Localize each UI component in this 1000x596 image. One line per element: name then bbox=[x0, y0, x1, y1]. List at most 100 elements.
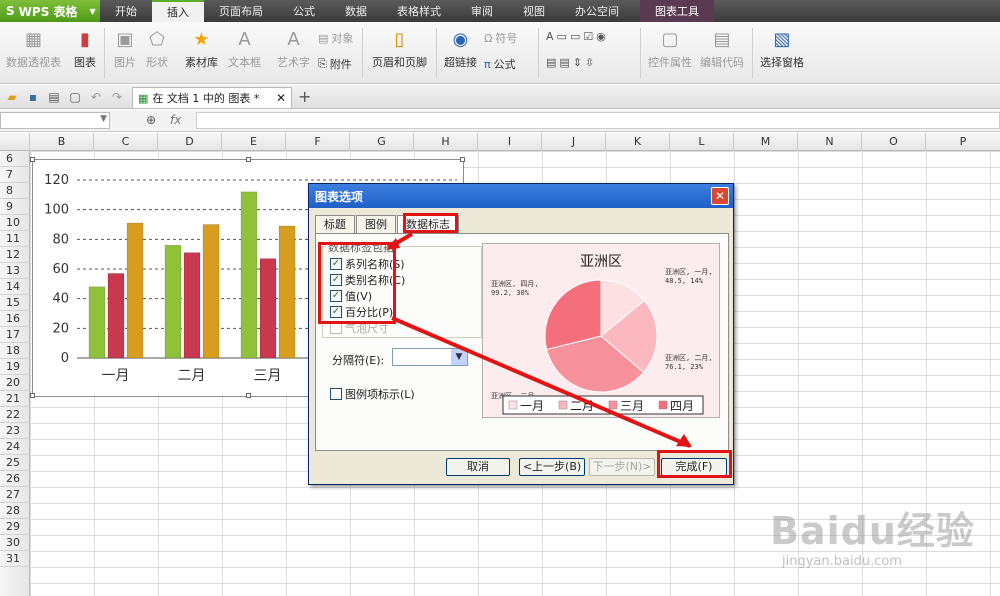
object-button[interactable]: ▤ 对象 bbox=[318, 30, 353, 46]
hyperlink-button[interactable]: ◉ 超链接 bbox=[444, 28, 477, 70]
menu-data[interactable]: 数据 bbox=[330, 0, 382, 22]
column-header[interactable]: E bbox=[222, 133, 286, 151]
back-button[interactable]: <上一步(B) bbox=[519, 458, 585, 476]
textbox-button[interactable]: A 文本框 bbox=[228, 28, 261, 70]
button-control-icon[interactable]: ▭ bbox=[570, 30, 580, 43]
label-control-icon[interactable]: A bbox=[546, 30, 554, 43]
next-button[interactable]: 下一步(N)> bbox=[589, 458, 655, 476]
row-header[interactable]: 7 bbox=[0, 167, 30, 183]
legend-key-checkbox[interactable]: 图例项标示(L) bbox=[330, 386, 415, 402]
print-icon[interactable]: ▤ bbox=[45, 88, 63, 106]
column-header[interactable]: N bbox=[798, 133, 862, 151]
column-header[interactable]: O bbox=[862, 133, 926, 151]
menu-formula[interactable]: 公式 bbox=[278, 0, 330, 22]
row-header[interactable]: 26 bbox=[0, 471, 30, 487]
row-header[interactable]: 24 bbox=[0, 439, 30, 455]
row-header[interactable]: 13 bbox=[0, 263, 30, 279]
material-library-button[interactable]: ★ 素材库 bbox=[185, 28, 218, 70]
frame-control-icon[interactable]: ▭ bbox=[557, 30, 567, 43]
menu-chart-tools[interactable]: 图表工具 bbox=[640, 0, 714, 22]
select-all-corner[interactable] bbox=[0, 133, 30, 151]
wordart-button[interactable]: A 艺术字 bbox=[277, 28, 310, 70]
attachment-button[interactable]: ⎘ 附件 bbox=[318, 56, 352, 72]
menu-table-style[interactable]: 表格样式 bbox=[382, 0, 456, 22]
row-header[interactable]: 31 bbox=[0, 551, 30, 567]
column-header[interactable]: K bbox=[606, 133, 670, 151]
column-header[interactable]: L bbox=[670, 133, 734, 151]
row-header[interactable]: 27 bbox=[0, 487, 30, 503]
close-icon[interactable]: ✕ bbox=[711, 187, 729, 205]
column-header[interactable]: D bbox=[158, 133, 222, 151]
tab-legend[interactable]: 图例 bbox=[356, 215, 396, 233]
name-box[interactable]: ▼ bbox=[0, 112, 110, 129]
column-header[interactable]: M bbox=[734, 133, 798, 151]
row-header[interactable]: 12 bbox=[0, 247, 30, 263]
selection-pane-button[interactable]: ▧ 选择窗格 bbox=[760, 28, 804, 70]
column-header[interactable]: I bbox=[478, 133, 542, 151]
row-header[interactable]: 9 bbox=[0, 199, 30, 215]
row-header[interactable]: 19 bbox=[0, 359, 30, 375]
chevron-down-icon[interactable]: ▼ bbox=[451, 349, 467, 365]
close-tab-icon[interactable]: ✕ bbox=[276, 91, 286, 105]
chevron-down-icon[interactable]: ▼ bbox=[100, 114, 107, 124]
header-footer-button[interactable]: ▯ 页眉和页脚 bbox=[372, 28, 427, 70]
menu-view[interactable]: 视图 bbox=[508, 0, 560, 22]
app-menu-button[interactable]: S WPS 表格 ▼ bbox=[0, 0, 100, 22]
cancel-button[interactable]: 取消 bbox=[446, 458, 510, 476]
resize-handle[interactable] bbox=[460, 157, 465, 162]
row-header[interactable]: 30 bbox=[0, 535, 30, 551]
formula-input[interactable] bbox=[196, 112, 1000, 129]
row-header[interactable]: 29 bbox=[0, 519, 30, 535]
open-folder-icon[interactable]: ▰ bbox=[3, 88, 21, 106]
radio-control-icon[interactable]: ◉ bbox=[596, 30, 606, 43]
column-header[interactable]: G bbox=[350, 133, 414, 151]
menu-page-layout[interactable]: 页面布局 bbox=[204, 0, 278, 22]
save-icon[interactable]: ▪ bbox=[24, 88, 42, 106]
document-tab[interactable]: ▦ 在 文档 1 中的 图表 * ✕ bbox=[132, 87, 292, 108]
pivot-table-button[interactable]: ▦ 数据透视表 bbox=[6, 28, 61, 70]
shape-button[interactable]: ⬠ 形状 bbox=[146, 28, 168, 70]
row-header[interactable]: 6 bbox=[0, 151, 30, 167]
row-header[interactable]: 11 bbox=[0, 231, 30, 247]
resize-handle[interactable] bbox=[246, 393, 251, 398]
picture-button[interactable]: ▣ 图片 bbox=[114, 28, 136, 70]
row-header[interactable]: 14 bbox=[0, 279, 30, 295]
checkbox-control-icon[interactable]: ☑ bbox=[583, 30, 593, 43]
combobox-control-icon[interactable]: ▤ bbox=[559, 56, 569, 69]
row-header[interactable]: 8 bbox=[0, 183, 30, 199]
menu-home[interactable]: 开始 bbox=[100, 0, 152, 22]
row-header[interactable]: 25 bbox=[0, 455, 30, 471]
menu-insert[interactable]: 插入 bbox=[152, 0, 204, 22]
column-header[interactable]: P bbox=[926, 133, 1000, 151]
row-header[interactable]: 17 bbox=[0, 327, 30, 343]
edit-code-button[interactable]: ▤ 编辑代码 bbox=[700, 28, 744, 70]
function-button[interactable]: fx bbox=[170, 113, 181, 127]
column-header[interactable]: H bbox=[414, 133, 478, 151]
menu-office-space[interactable]: 办公空间 bbox=[560, 0, 634, 22]
listbox-control-icon[interactable]: ▤ bbox=[546, 56, 556, 69]
menu-review[interactable]: 审阅 bbox=[456, 0, 508, 22]
row-header[interactable]: 23 bbox=[0, 423, 30, 439]
column-header[interactable]: J bbox=[542, 133, 606, 151]
chart-button[interactable]: ▮ 图表 bbox=[74, 28, 96, 70]
row-header[interactable]: 10 bbox=[0, 215, 30, 231]
row-header[interactable]: 28 bbox=[0, 503, 30, 519]
row-header[interactable]: 18 bbox=[0, 343, 30, 359]
undo-icon[interactable]: ↶ bbox=[87, 88, 105, 106]
row-header[interactable]: 21 bbox=[0, 391, 30, 407]
column-header[interactable]: B bbox=[30, 133, 94, 151]
resize-handle[interactable] bbox=[30, 393, 35, 398]
new-tab-icon[interactable]: + bbox=[298, 87, 311, 106]
row-header[interactable]: 22 bbox=[0, 407, 30, 423]
row-header[interactable]: 16 bbox=[0, 311, 30, 327]
row-header[interactable]: 15 bbox=[0, 295, 30, 311]
column-header[interactable]: C bbox=[94, 133, 158, 151]
resize-handle[interactable] bbox=[246, 157, 251, 162]
tab-title[interactable]: 标题 bbox=[315, 215, 355, 233]
spinner-control-icon[interactable]: ⇕ bbox=[573, 56, 582, 69]
column-header[interactable]: F bbox=[286, 133, 350, 151]
magnifier-icon[interactable]: ⊕ bbox=[146, 113, 156, 127]
resize-handle[interactable] bbox=[30, 157, 35, 162]
formula-button[interactable]: π 公式 bbox=[484, 56, 516, 72]
control-properties-button[interactable]: ▢ 控件属性 bbox=[648, 28, 692, 70]
